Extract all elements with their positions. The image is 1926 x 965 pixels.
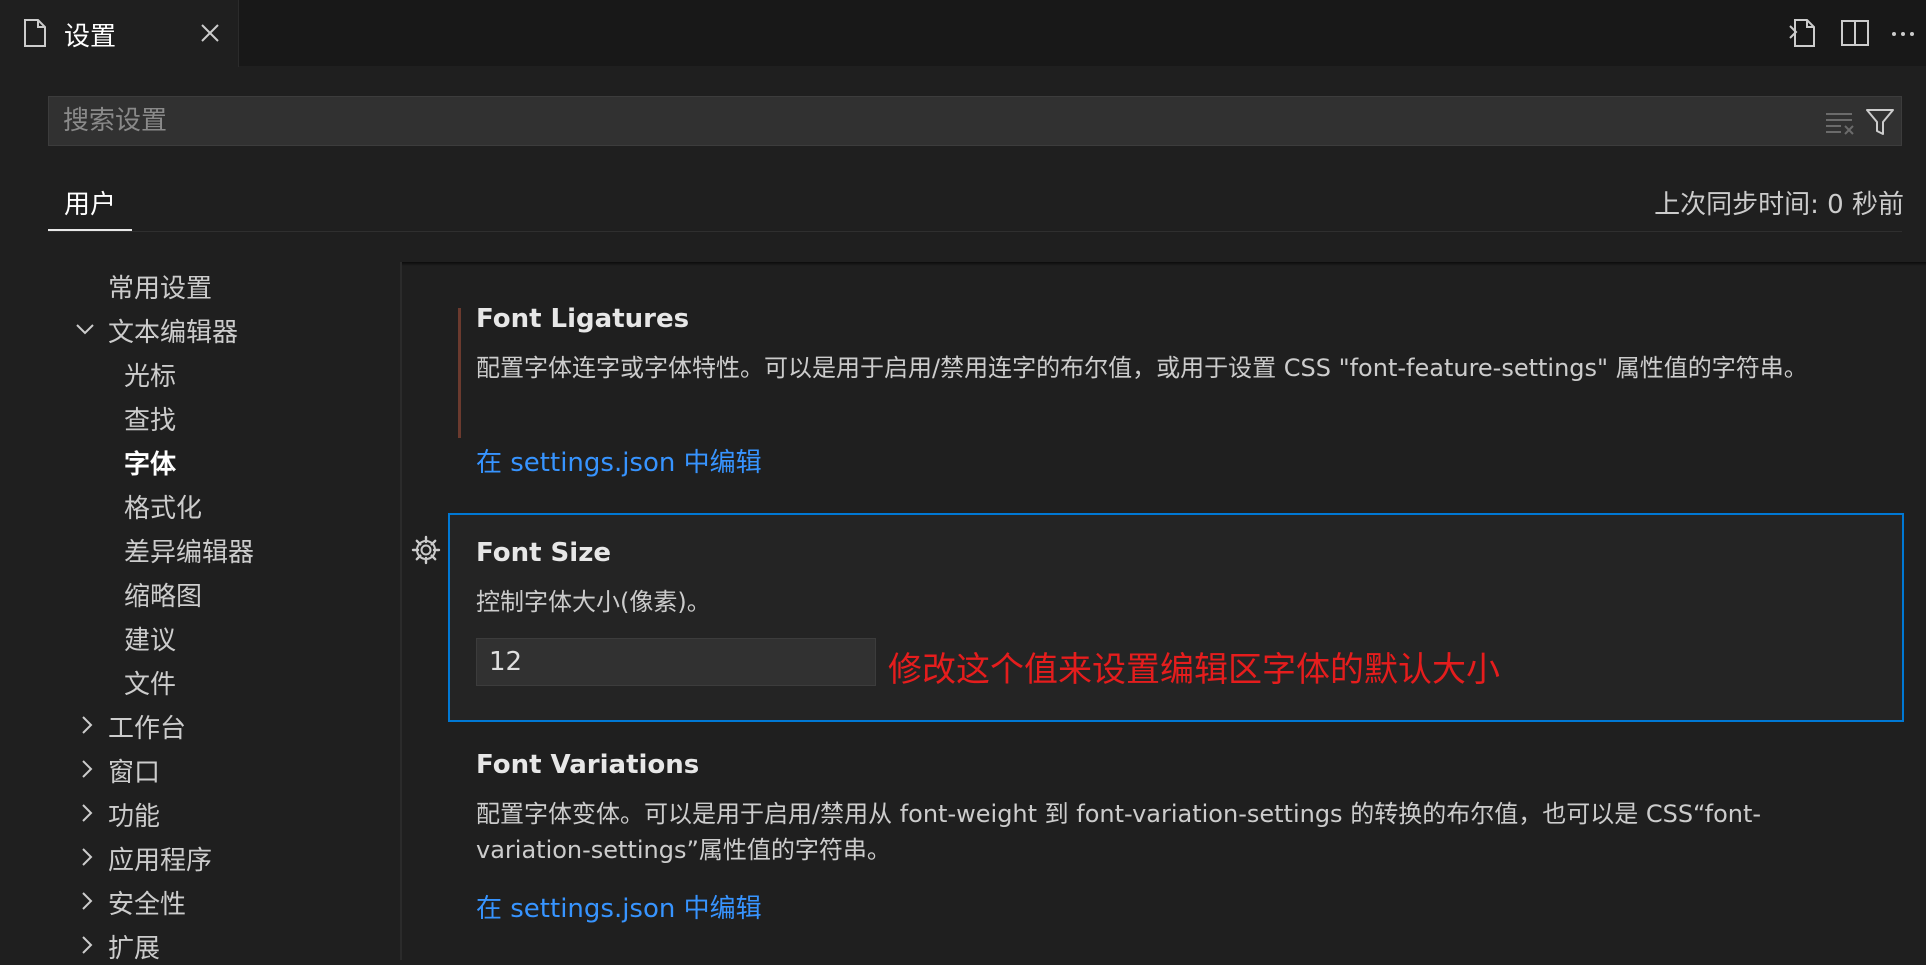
toc-item-workbench[interactable]: 工作台	[108, 708, 186, 745]
font-size-input[interactable]	[476, 638, 876, 686]
toc-item-files[interactable]: 文件	[124, 664, 176, 701]
tab-label: 设置	[64, 22, 117, 52]
toc-item-minimap[interactable]: 缩略图	[124, 576, 202, 613]
chevron-down-icon[interactable]	[74, 318, 96, 340]
chevron-right-icon[interactable]	[76, 846, 98, 868]
setting-description: 配置字体变体。可以是用于启用/禁用从 font-weight 到 font-va…	[476, 800, 1762, 864]
setting-description: 配置字体连字或字体特性。可以是用于启用/禁用连字的布尔值，或用于设置 CSS "…	[476, 354, 1808, 382]
open-settings-json-icon[interactable]	[1786, 16, 1820, 50]
toc-item-extensions[interactable]: 扩展	[108, 928, 160, 965]
tab-bar: 设置	[0, 0, 1926, 67]
search-input[interactable]	[63, 97, 1803, 145]
filter-icon[interactable]	[1863, 105, 1897, 139]
toc-item-window[interactable]: 窗口	[108, 752, 160, 789]
toc-item-find[interactable]: 查找	[124, 400, 176, 437]
sidebar-separator[interactable]	[400, 262, 402, 960]
file-icon	[24, 19, 46, 47]
modified-indicator	[458, 308, 461, 438]
sync-status: 上次同步时间: 0 秒前	[1654, 190, 1904, 220]
chevron-right-icon[interactable]	[76, 714, 98, 736]
edit-in-settings-json-link[interactable]: 在 settings.json 中编辑	[476, 442, 762, 479]
tab-user-settings[interactable]: 用户	[48, 180, 132, 232]
toc-item-font[interactable]: 字体	[124, 444, 176, 481]
toc-item-application[interactable]: 应用程序	[108, 840, 212, 877]
tab-settings[interactable]: 设置	[0, 0, 239, 67]
toc-item-formatting[interactable]: 格式化	[124, 488, 202, 525]
setting-title: Font Variations	[476, 750, 700, 780]
split-editor-icon[interactable]	[1838, 16, 1872, 50]
toc-item-common[interactable]: 常用设置	[108, 268, 212, 305]
clear-filter-icon[interactable]	[1823, 107, 1857, 137]
user-tab-label: 用户	[64, 190, 117, 220]
toc-item-cursor[interactable]: 光标	[124, 356, 176, 393]
header-divider	[48, 231, 1902, 232]
chevron-right-icon[interactable]	[76, 758, 98, 780]
toc-item-features[interactable]: 功能	[108, 796, 160, 833]
annotation-text: 修改这个值来设置编辑区字体的默认大小	[888, 650, 1500, 690]
close-icon[interactable]	[196, 19, 224, 47]
setting-title: Font Size	[476, 538, 611, 568]
setting-description: 控制字体大小(像素)。	[476, 588, 711, 616]
gear-icon[interactable]	[410, 534, 442, 566]
setting-title: Font Ligatures	[476, 304, 690, 334]
scroll-shadow	[402, 262, 1926, 266]
toc-item-diff-editor[interactable]: 差异编辑器	[124, 532, 254, 569]
chevron-right-icon[interactable]	[76, 890, 98, 912]
toc-item-security[interactable]: 安全性	[108, 884, 186, 921]
edit-in-settings-json-link[interactable]: 在 settings.json 中编辑	[476, 888, 762, 925]
chevron-right-icon[interactable]	[76, 802, 98, 824]
search-box	[48, 96, 1902, 146]
more-actions-icon[interactable]	[1886, 16, 1920, 50]
toc-item-suggestions[interactable]: 建议	[124, 620, 176, 657]
toc-item-text-editor[interactable]: 文本编辑器	[108, 312, 238, 349]
chevron-right-icon[interactable]	[76, 934, 98, 956]
